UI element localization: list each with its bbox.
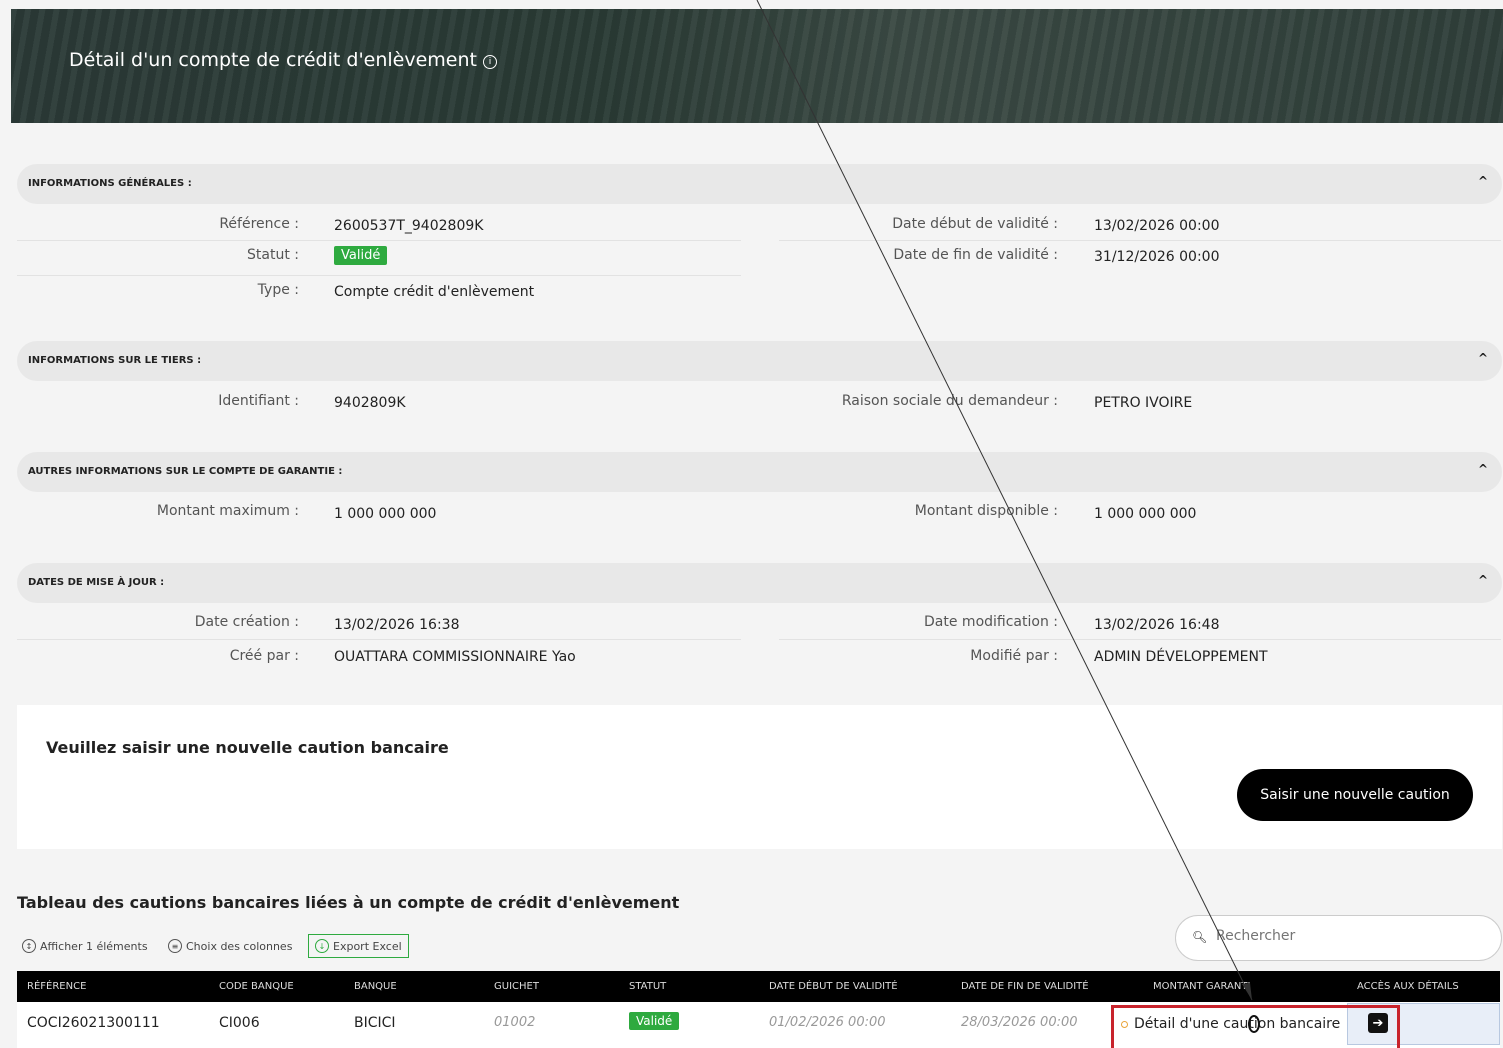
cell-statut: Validé	[629, 1012, 680, 1030]
show-count-label: Afficher 1 éléments	[40, 939, 148, 953]
cell-date-fin: 28/03/2026 00:00	[961, 1015, 1078, 1030]
highlight-box	[1111, 1005, 1400, 1048]
th-code-banque[interactable]: CODE BANQUE	[219, 981, 294, 992]
th-montant[interactable]: MONTANT GARANTI	[1153, 981, 1250, 992]
raison-value: PETRO IVOIRE	[1094, 395, 1193, 411]
new-caution-button[interactable]: Saisir une nouvelle caution	[1237, 769, 1473, 821]
divider	[17, 275, 741, 276]
date-fin-value: 31/12/2026 00:00	[1094, 249, 1220, 265]
divider	[779, 639, 1501, 640]
date-modif-label: Date modification :	[924, 614, 1058, 630]
section-title: DATES DE MISE À JOUR :	[28, 577, 165, 588]
th-date-debut[interactable]: DATE DÉBUT DE VALIDITÉ	[769, 981, 898, 992]
reference-label: Référence :	[219, 216, 299, 232]
search-icon: 🔍︎	[1192, 930, 1208, 944]
arrow-line	[756, 0, 1253, 1001]
cell-guichet: 01002	[494, 1015, 536, 1030]
date-creation-value: 13/02/2026 16:38	[334, 617, 460, 633]
raison-label: Raison sociale du demandeur :	[841, 393, 1058, 409]
columns-label: Choix des colonnes	[186, 939, 293, 953]
modifie-par-value: ADMIN DÉVELOPPEMENT	[1094, 649, 1268, 665]
section-title: INFORMATIONS GÉNÉRALES :	[28, 178, 192, 189]
identifiant-value: 9402809K	[334, 395, 406, 411]
montant-dispo-value: 1 000 000 000	[1094, 506, 1197, 522]
status-badge: Validé	[629, 1012, 680, 1030]
cell-reference: COCI26021300111	[27, 1015, 160, 1031]
type-label: Type :	[257, 282, 299, 298]
columns-button[interactable]: ≡ Choix des colonnes	[168, 939, 292, 953]
divider	[17, 639, 741, 640]
section-tiers-header[interactable]: INFORMATIONS SUR LE TIERS : ^	[17, 341, 1502, 381]
montant-max-label: Montant maximum :	[156, 503, 299, 519]
cell-code-banque: CI006	[219, 1015, 260, 1031]
cree-par-value: OUATTARA COMMISSIONNAIRE Yao	[334, 649, 576, 665]
reference-value: 2600537T_9402809K	[334, 218, 484, 234]
table-header: RÉFÉRENCE CODE BANQUE BANQUE GUICHET STA…	[17, 971, 1500, 1002]
divider	[17, 240, 741, 241]
th-guichet[interactable]: GUICHET	[494, 981, 539, 992]
date-debut-value: 13/02/2026 00:00	[1094, 218, 1220, 234]
new-caution-card: Veuillez saisir une nouvelle caution ban…	[17, 705, 1502, 849]
status-badge: Validé	[334, 246, 388, 265]
montant-max-value: 1 000 000 000	[334, 506, 437, 522]
statut-label: Statut :	[247, 247, 299, 263]
chevron-up-icon[interactable]: ^	[1478, 573, 1488, 587]
cell-banque: BICICI	[354, 1015, 396, 1031]
page-title-text: Détail d'un compte de crédit d'enlèvemen…	[69, 49, 477, 71]
divider	[779, 240, 1501, 241]
section-garantie-header[interactable]: AUTRES INFORMATIONS SUR LE COMPTE DE GAR…	[17, 452, 1502, 492]
date-modif-value: 13/02/2026 16:48	[1094, 617, 1220, 633]
section-general-header[interactable]: INFORMATIONS GÉNÉRALES : ^	[17, 164, 1502, 204]
export-excel-button[interactable]: ↓ Export Excel	[308, 934, 409, 958]
section-title: AUTRES INFORMATIONS SUR LE COMPTE DE GAR…	[28, 466, 343, 477]
montant-dispo-label: Montant disponible :	[914, 503, 1058, 519]
header-banner: Détail d'un compte de crédit d'enlèvemen…	[11, 9, 1503, 123]
info-icon[interactable]: i	[483, 55, 497, 69]
chevron-up-icon[interactable]: ^	[1478, 351, 1488, 365]
cree-par-label: Créé par :	[229, 648, 299, 664]
columns-icon: ≡	[168, 939, 182, 953]
modifie-par-label: Modifié par :	[970, 648, 1058, 664]
th-statut[interactable]: STATUT	[629, 981, 666, 992]
search-input[interactable]	[1216, 928, 1486, 944]
export-label: Export Excel	[333, 939, 402, 953]
table-title: Tableau des cautions bancaires liées à u…	[17, 893, 680, 912]
th-date-fin[interactable]: DATE DE FIN DE VALIDITÉ	[961, 981, 1089, 992]
show-count-button[interactable]: ↕ Afficher 1 éléments	[22, 939, 148, 953]
date-creation-label: Date création :	[194, 614, 299, 630]
statut-value: Validé	[334, 246, 388, 265]
date-debut-label: Date début de validité :	[892, 216, 1058, 232]
download-icon: ↓	[315, 939, 329, 953]
th-banque[interactable]: BANQUE	[354, 981, 397, 992]
type-value: Compte crédit d'enlèvement	[334, 284, 535, 300]
date-fin-label: Date de fin de validité :	[893, 247, 1058, 263]
th-reference[interactable]: RÉFÉRENCE	[27, 981, 86, 992]
chevron-up-icon[interactable]: ^	[1478, 174, 1488, 188]
search-box[interactable]: 🔍︎	[1175, 915, 1502, 961]
chevron-up-icon[interactable]: ^	[1478, 462, 1488, 476]
annotation-arrow	[756, 0, 1260, 1033]
section-maj-header[interactable]: DATES DE MISE À JOUR : ^	[17, 563, 1502, 603]
section-title: INFORMATIONS SUR LE TIERS :	[28, 355, 202, 366]
identifiant-label: Identifiant :	[218, 393, 299, 409]
sort-icon: ↕	[22, 939, 36, 953]
cell-date-debut: 01/02/2026 00:00	[769, 1015, 886, 1030]
th-acces: ACCÈS AUX DÉTAILS	[1357, 981, 1459, 992]
new-caution-title: Veuillez saisir une nouvelle caution ban…	[46, 738, 449, 757]
page-title: Détail d'un compte de crédit d'enlèvemen…	[69, 49, 497, 71]
